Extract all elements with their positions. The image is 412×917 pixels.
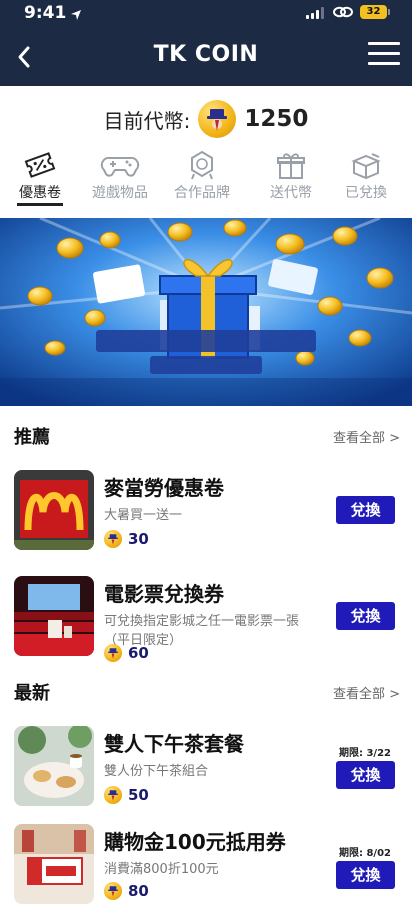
shopping-voucher-photo bbox=[14, 824, 94, 904]
tab-label: 遊戲物品 bbox=[92, 185, 148, 201]
tk-coin-icon bbox=[104, 644, 122, 662]
redeem-button[interactable]: 兌換 bbox=[336, 496, 395, 524]
category-tabs: 優惠卷 遊戲物品 合作品牌 送代幣 已兌換 bbox=[0, 150, 412, 212]
price-value: 30 bbox=[128, 530, 149, 548]
item-price: 60 bbox=[104, 643, 149, 663]
link-icon bbox=[332, 4, 354, 24]
hamburger-line bbox=[368, 42, 400, 45]
list-item: 雙人下午茶套餐 雙人份下午茶組合 50 期限: 3/22 兌換 bbox=[0, 726, 412, 812]
balance-value: 1250 bbox=[244, 106, 309, 132]
price-value: 50 bbox=[128, 786, 149, 804]
list-item: 麥當勞優惠卷 大暑買一送一 30 兌換 bbox=[0, 470, 412, 556]
coin-balance: 目前代幣: 1250 bbox=[0, 96, 412, 142]
tab-label: 優惠卷 bbox=[19, 185, 61, 201]
tab-send-coins[interactable]: 送代幣 bbox=[251, 150, 331, 210]
price-value: 60 bbox=[128, 644, 149, 662]
see-all-link[interactable]: 查看全部 > bbox=[333, 427, 400, 446]
item-description: 消費滿800折100元 bbox=[104, 862, 219, 877]
tab-game-items[interactable]: 遊戲物品 bbox=[80, 150, 160, 210]
tab-partner-brands[interactable]: 合作品牌 bbox=[162, 150, 242, 210]
redeem-button[interactable]: 兌換 bbox=[336, 761, 395, 789]
battery-icon: 32 bbox=[360, 5, 390, 19]
item-name: 購物金100元抵用券 bbox=[104, 830, 286, 854]
tk-coin-icon bbox=[104, 786, 122, 804]
promo-banner[interactable] bbox=[0, 218, 412, 406]
list-item: 電影票兌換券 可兌換指定影城之任一電影票一張（平日限定） 60 兌換 bbox=[0, 576, 412, 662]
hamburger-line bbox=[368, 62, 400, 65]
brand-badge-icon bbox=[191, 150, 213, 180]
location-arrow-icon bbox=[70, 6, 82, 25]
gamepad-icon bbox=[100, 156, 140, 177]
section-title: 最新 bbox=[14, 683, 50, 704]
afternoon-tea-photo bbox=[14, 726, 94, 806]
active-tab-indicator bbox=[17, 203, 63, 206]
item-name: 電影票兌換券 bbox=[104, 582, 224, 606]
price-value: 80 bbox=[128, 882, 149, 900]
box-icon bbox=[351, 153, 381, 180]
tab-redeemed[interactable]: 已兌換 bbox=[326, 150, 406, 210]
latest-section-header: 最新 查看全部 > bbox=[0, 676, 412, 706]
balance-label: 目前代幣: bbox=[103, 108, 191, 133]
ticket-icon bbox=[24, 152, 56, 178]
item-price: 30 bbox=[104, 529, 149, 549]
tk-coin-icon bbox=[198, 100, 237, 138]
menu-button[interactable] bbox=[368, 42, 400, 70]
see-all-link[interactable]: 查看全部 > bbox=[333, 683, 400, 702]
list-item: 購物金100元抵用券 消費滿800折100元 80 期限: 8/02 兌換 bbox=[0, 824, 412, 910]
nav-bar: TK COIN bbox=[0, 28, 412, 86]
cellular-signal-icon bbox=[306, 7, 324, 19]
item-price: 80 bbox=[104, 881, 149, 901]
section-title: 推薦 bbox=[14, 427, 50, 448]
top-bar: 9:41 32 TK COIN bbox=[0, 0, 412, 86]
mcdonalds-sign-photo bbox=[14, 470, 94, 550]
gift-box-coins-illustration bbox=[0, 218, 412, 406]
status-time: 9:41 bbox=[24, 3, 67, 23]
tab-coupons[interactable]: 優惠卷 bbox=[0, 150, 80, 210]
tab-label: 已兌換 bbox=[345, 185, 387, 201]
recommended-section-header: 推薦 查看全部 > bbox=[0, 420, 412, 450]
tab-label: 合作品牌 bbox=[174, 185, 230, 201]
hamburger-line bbox=[368, 52, 400, 55]
cinema-hall-photo bbox=[14, 576, 94, 656]
item-price: 50 bbox=[104, 785, 149, 805]
item-description: 雙人份下午茶組合 bbox=[104, 764, 209, 779]
expiry-date: 期限: 3/22 bbox=[338, 748, 391, 759]
tab-label: 送代幣 bbox=[270, 185, 312, 201]
expiry-date: 期限: 8/02 bbox=[338, 848, 391, 859]
tk-coin-icon bbox=[104, 530, 122, 548]
item-description: 大暑買一送一 bbox=[104, 508, 183, 523]
redeem-button[interactable]: 兌換 bbox=[336, 861, 395, 889]
item-name: 麥當勞優惠卷 bbox=[104, 476, 224, 500]
tk-coin-icon bbox=[104, 882, 122, 900]
redeem-button[interactable]: 兌換 bbox=[336, 602, 395, 630]
item-name: 雙人下午茶套餐 bbox=[104, 732, 244, 756]
page-title: TK COIN bbox=[153, 42, 259, 67]
gift-icon bbox=[277, 153, 305, 179]
status-bar: 9:41 32 bbox=[0, 0, 412, 28]
